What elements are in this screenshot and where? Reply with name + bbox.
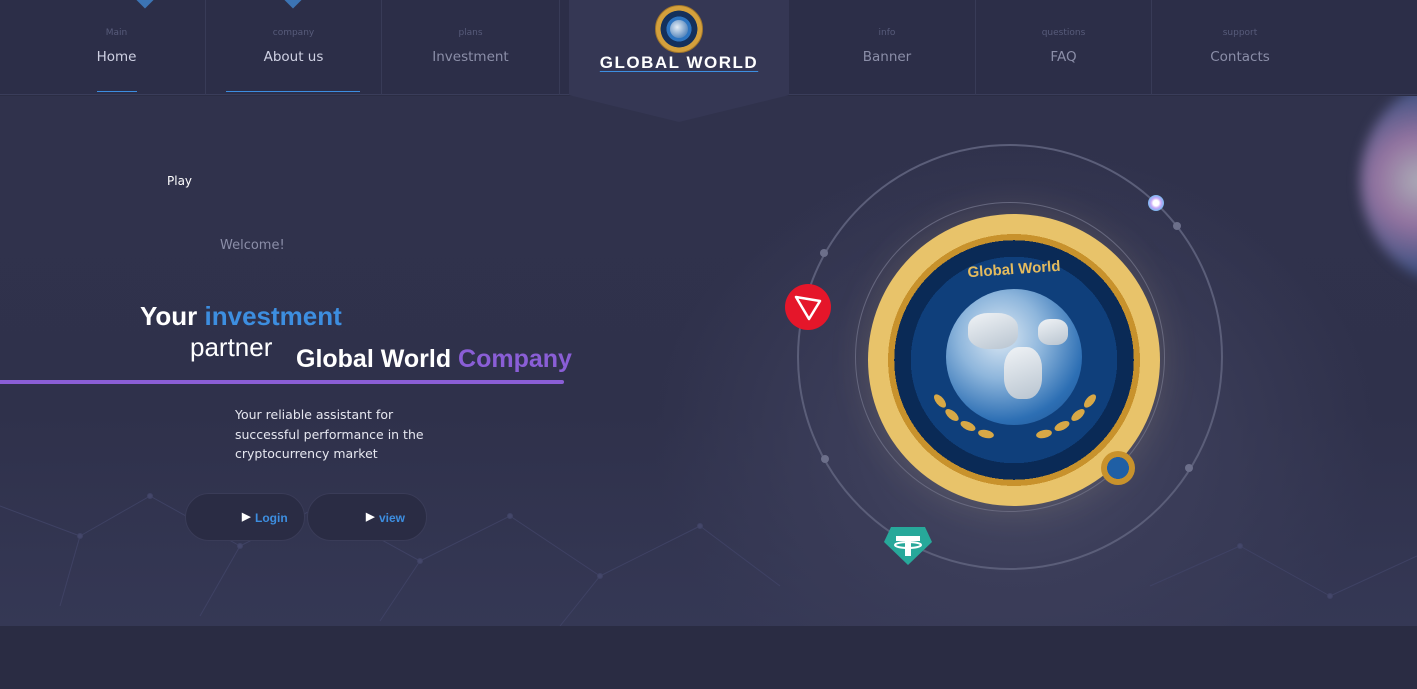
- nav-item-investment[interactable]: plans Investment: [382, 0, 560, 95]
- globe-land: [968, 313, 1018, 349]
- view-button[interactable]: ▶ view: [307, 493, 427, 541]
- nav-item-label: Home: [96, 49, 137, 65]
- nav-underline: [97, 91, 137, 92]
- headline-line-3: Global World Company: [296, 345, 572, 374]
- headline-your: Your: [140, 301, 198, 331]
- nav-marker-icon: [284, 0, 302, 9]
- sparkle-icon: [1148, 195, 1164, 211]
- network-pattern: [0, 493, 1417, 626]
- logo-text[interactable]: GLOBAL WORLD: [597, 53, 761, 73]
- nav-underline: [226, 91, 360, 92]
- nav-item-label: Contacts: [1210, 49, 1270, 65]
- orbit-dot: [821, 455, 829, 463]
- headline-investment: investment: [204, 301, 342, 331]
- nav-item-contacts[interactable]: support Contacts: [1152, 0, 1328, 95]
- nav-item-pre: info: [878, 28, 896, 38]
- orbit-dot: [1173, 222, 1181, 230]
- nav-marker-icon: [136, 0, 154, 9]
- login-button[interactable]: ▶ Login: [185, 493, 305, 541]
- tron-icon: [785, 284, 831, 330]
- nav-item-label: FAQ: [1050, 49, 1077, 65]
- globe-icon: [670, 20, 688, 38]
- logo-emblem-icon[interactable]: [655, 5, 703, 53]
- login-button-label: Login: [255, 511, 288, 525]
- nav-item-pre: questions: [1041, 28, 1086, 38]
- orbit-dot: [1185, 464, 1193, 472]
- headline-line-1: Your investment: [140, 301, 342, 332]
- globe-land: [1038, 319, 1068, 345]
- nav-item-home[interactable]: Main Home: [28, 0, 206, 95]
- hero-section: Play Welcome! Your investment partner Gl…: [0, 96, 1417, 626]
- headline-company: Company: [458, 345, 572, 373]
- nav-item-faq[interactable]: questions FAQ: [976, 0, 1152, 95]
- nav-item-pre: Main: [105, 28, 128, 38]
- tether-icon: [884, 527, 932, 565]
- play-video-link[interactable]: Play: [167, 174, 192, 188]
- play-arrow-icon: ▶: [242, 511, 251, 523]
- nav-item-pre: company: [272, 28, 315, 38]
- headline-divider: [0, 380, 564, 384]
- edge-glow: [1360, 96, 1417, 286]
- nav-item-about-us[interactable]: company About us: [206, 0, 382, 95]
- footer-band: [0, 626, 1417, 689]
- orbit-dot: [820, 249, 828, 257]
- play-arrow-icon: ▶: [366, 511, 375, 523]
- mini-coin-icon: [1101, 451, 1135, 485]
- nav-item-banner[interactable]: info Banner: [799, 0, 976, 95]
- welcome-text: Welcome!: [220, 238, 285, 253]
- nav-item-label: About us: [263, 49, 324, 65]
- hero-description: Your reliable assistant for successful p…: [235, 407, 424, 461]
- headline-partner: partner: [190, 332, 273, 362]
- nav-item-pre: plans: [458, 28, 483, 38]
- view-button-label: view: [379, 511, 406, 525]
- nav-item-label: Banner: [862, 49, 912, 65]
- nav-item-label: Investment: [432, 49, 509, 65]
- laurel-icon: [934, 394, 1096, 439]
- nav-item-pre: support: [1222, 28, 1258, 38]
- headline-global-world: Global World: [296, 345, 452, 373]
